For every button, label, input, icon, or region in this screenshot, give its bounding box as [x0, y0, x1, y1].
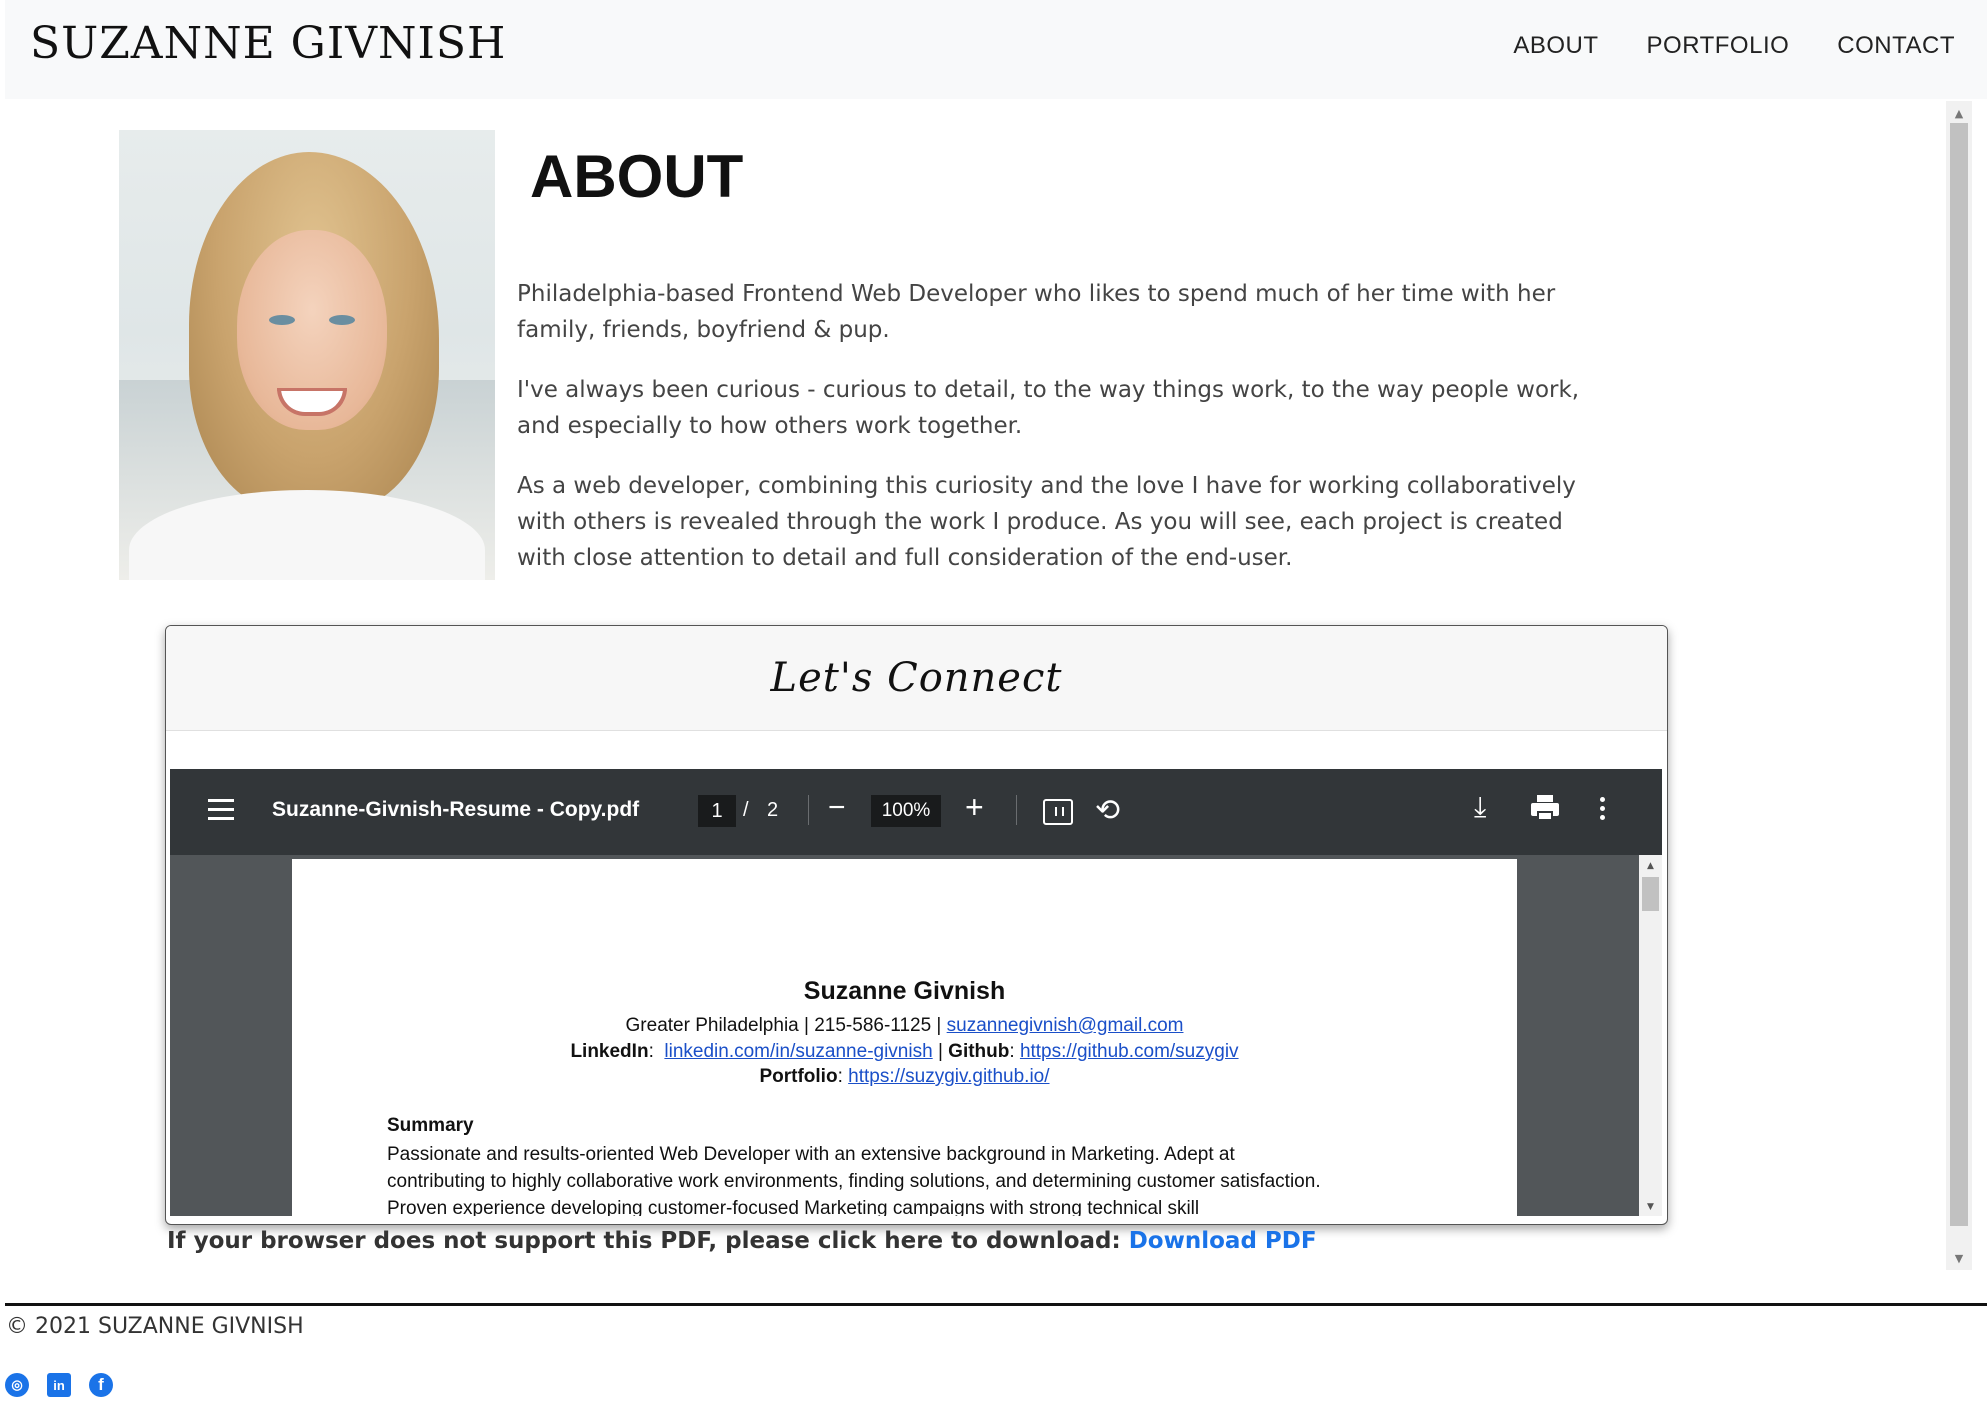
- zoom-level-input[interactable]: 100%: [871, 795, 941, 827]
- profile-photo: [119, 130, 495, 580]
- resume-summary-text: Passionate and results-oriented Web Deve…: [387, 1144, 1321, 1216]
- resume-linkedin-link[interactable]: linkedin.com/in/suzanne-givnish: [664, 1041, 932, 1062]
- about-paragraph-1: Philadelphia-based Frontend Web Develope…: [517, 281, 1556, 343]
- page-scrollbar[interactable]: ▲ ▼: [1946, 101, 1972, 1270]
- menu-icon[interactable]: [208, 799, 234, 821]
- pdf-viewer[interactable]: Suzanne-Givnish-Resume - Copy.pdf 1 / 2 …: [170, 769, 1662, 1216]
- resume-github-label: Github: [948, 1041, 1010, 1062]
- nav-contact[interactable]: CONTACT: [1837, 32, 1955, 60]
- about-paragraph-2: I've always been curious - curious to de…: [517, 377, 1580, 439]
- resume-email-link[interactable]: suzannegivnish@gmail.com: [947, 1015, 1184, 1036]
- fit-page-icon[interactable]: [1043, 799, 1073, 825]
- github-icon[interactable]: ◎: [5, 1373, 29, 1397]
- resume-portfolio-link[interactable]: https://suzygiv.github.io/: [848, 1066, 1049, 1087]
- toolbar-divider: [1016, 795, 1017, 825]
- linkedin-icon[interactable]: in: [47, 1373, 71, 1397]
- nav-about[interactable]: ABOUT: [1513, 32, 1598, 60]
- pdf-file-name: Suzanne-Givnish-Resume - Copy.pdf: [272, 798, 640, 821]
- resume-links-line: LinkedIn: linkedin.com/in/suzanne-givnis…: [570, 1041, 1239, 1062]
- rotate-icon[interactable]: ⟲: [1095, 793, 1120, 828]
- resume-contact-text: Greater Philadelphia | 215-586-1125 |: [625, 1015, 947, 1036]
- scroll-up-arrow-icon[interactable]: ▲: [1946, 101, 1972, 125]
- pdf-toolbar: Suzanne-Givnish-Resume - Copy.pdf 1 / 2 …: [170, 769, 1662, 855]
- social-links: ◎ in f: [5, 1373, 113, 1397]
- connect-card: Let's Connect Suzanne-Givnish-Resume - C…: [165, 625, 1668, 1225]
- resume-name: Suzanne Givnish: [803, 977, 1006, 1005]
- resume-contact-line: Greater Philadelphia | 215-586-1125 | su…: [292, 1015, 1517, 1037]
- resume-portfolio-line: Portfolio: https://suzygiv.github.io/: [759, 1066, 1050, 1087]
- page-number-input[interactable]: 1: [698, 795, 736, 827]
- about-title: ABOUT: [530, 143, 744, 210]
- download-icon[interactable]: ⤓: [1474, 791, 1486, 824]
- main-nav: ABOUT PORTFOLIO CONTACT: [1513, 32, 1955, 60]
- page-scrollbar-thumb[interactable]: [1950, 123, 1968, 1226]
- more-options-icon[interactable]: [1600, 797, 1606, 824]
- resume-github-link[interactable]: https://github.com/suzygiv: [1020, 1041, 1239, 1062]
- scroll-down-arrow-icon[interactable]: ▼: [1946, 1246, 1972, 1270]
- facebook-icon[interactable]: f: [89, 1373, 113, 1397]
- zoom-in-icon[interactable]: +: [965, 789, 984, 826]
- page-separator: /: [743, 799, 749, 821]
- pdf-scroll-up-icon[interactable]: ▲: [1639, 857, 1662, 875]
- toolbar-divider: [808, 795, 809, 825]
- pdf-scrollbar-thumb[interactable]: [1642, 877, 1659, 911]
- print-icon[interactable]: [1531, 795, 1559, 821]
- footer-copyright: © 2021 SUZANNE GIVNISH: [6, 1314, 304, 1339]
- pdf-page: Suzanne Givnish Greater Philadelphia | 2…: [292, 859, 1517, 1216]
- resume-summary-heading: Summary: [387, 1115, 474, 1136]
- pdf-fallback-text: If your browser does not support this PD…: [167, 1228, 1129, 1254]
- pdf-fallback-message: If your browser does not support this PD…: [167, 1228, 1317, 1254]
- about-paragraph-3: As a web developer, combining this curio…: [517, 473, 1576, 571]
- pdf-scrollbar[interactable]: ▲ ▼: [1639, 855, 1662, 1216]
- site-brand[interactable]: SUZANNE GIVNISH: [30, 18, 506, 69]
- total-pages: 2: [767, 799, 779, 821]
- zoom-out-icon[interactable]: −: [828, 791, 846, 825]
- pdf-scroll-down-icon[interactable]: ▼: [1639, 1198, 1662, 1216]
- site-header: SUZANNE GIVNISH ABOUT PORTFOLIO CONTACT: [5, 0, 1987, 99]
- download-pdf-link[interactable]: Download PDF: [1129, 1228, 1317, 1254]
- footer-divider: [5, 1303, 1987, 1306]
- connect-card-header: Let's Connect: [166, 626, 1667, 731]
- nav-portfolio[interactable]: PORTFOLIO: [1647, 32, 1790, 60]
- resume-linkedin-label: LinkedIn: [570, 1041, 649, 1062]
- connect-title: Let's Connect: [770, 655, 1063, 701]
- resume-portfolio-label: Portfolio: [759, 1066, 838, 1087]
